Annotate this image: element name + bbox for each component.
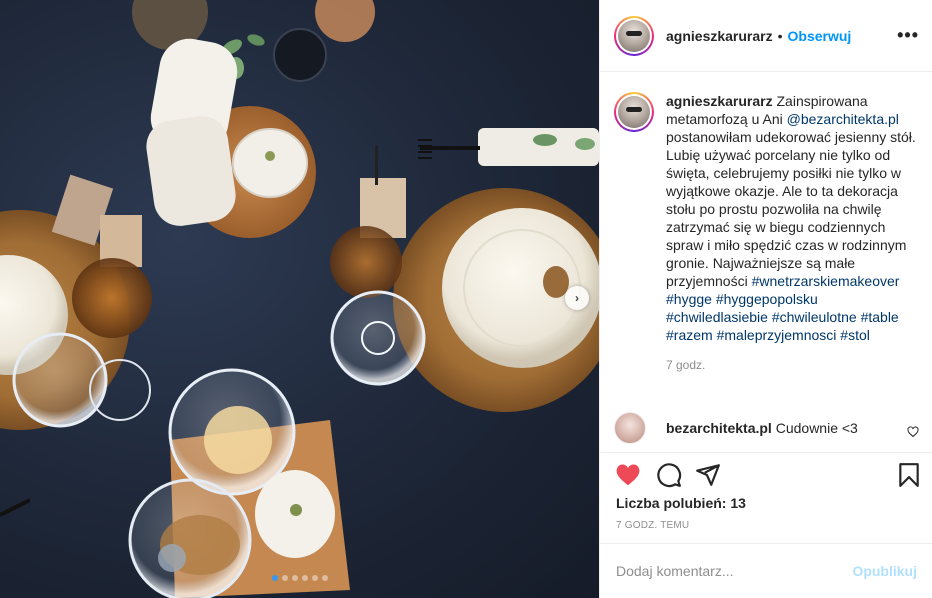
caption-username[interactable]: agnieszkarurarz: [666, 93, 773, 109]
carousel-dot: [312, 575, 318, 581]
post-photo[interactable]: ›: [0, 0, 599, 598]
publish-button[interactable]: Opublikuj: [852, 563, 917, 579]
amber-glass-right: [330, 226, 402, 298]
commenter-avatar[interactable]: [614, 412, 646, 444]
author-avatar[interactable]: [614, 15, 654, 56]
top-candle-jar: [315, 0, 375, 42]
carousel-dot: [272, 575, 278, 581]
wine-glass-right: [330, 290, 426, 386]
post-actions: [600, 452, 932, 492]
hashtag-link[interactable]: #hygge: [666, 291, 712, 307]
carousel-dot: [322, 575, 328, 581]
dark-holder: [273, 28, 327, 82]
hashtag-link[interactable]: #wnetrzarskiemakeover: [752, 273, 900, 289]
post-sidebar: agnieszkarurarz • Obserwuj ••• agnieszka…: [599, 0, 932, 598]
hashtag-link[interactable]: #maleprzyjemnosci: [717, 327, 837, 343]
hashtag-link[interactable]: #table: [861, 309, 899, 325]
post-header: agnieszkarurarz • Obserwuj •••: [600, 0, 932, 72]
post-timestamp: 7 GODZ. TEMU: [616, 520, 690, 531]
table-setting-image: [0, 0, 599, 598]
next-photo-button[interactable]: ›: [565, 286, 589, 310]
carousel-dot: [302, 575, 308, 581]
hashtag-link[interactable]: #chwileulotne: [772, 309, 857, 325]
comment-like-heart-icon[interactable]: [907, 426, 919, 438]
author-username[interactable]: agnieszkarurarz: [666, 28, 773, 44]
more-horizontal-icon[interactable]: •••: [897, 26, 919, 44]
hashtag-link[interactable]: #stol: [840, 327, 870, 343]
post-caption: agnieszkarurarz Zainspirowana metamorfoz…: [614, 92, 919, 374]
comment-input[interactable]: [616, 563, 853, 579]
carousel-dot: [292, 575, 298, 581]
comments-area[interactable]: agnieszkarurarz Zainspirowana metamorfoz…: [600, 72, 932, 452]
share-icon[interactable]: [694, 462, 722, 488]
follow-button[interactable]: Obserwuj: [788, 28, 852, 44]
hashtag-link[interactable]: #hyggepopolsku: [716, 291, 818, 307]
caption-avatar[interactable]: [614, 92, 654, 132]
caption-mention-link[interactable]: @bezarchitekta.pl: [787, 111, 899, 127]
bookmark-icon[interactable]: [895, 462, 923, 488]
comment-form: Opublikuj: [600, 543, 932, 598]
caption-time: 7 godz.: [666, 358, 706, 372]
heart-filled-icon[interactable]: [614, 462, 642, 488]
hashtag-link[interactable]: #razem: [666, 327, 713, 343]
comment-item: bezarchitekta.pl Cudownie <3: [614, 412, 919, 444]
separator-dot: •: [777, 27, 783, 44]
amber-glass-left: [72, 258, 152, 338]
carousel-indicator: [272, 575, 328, 581]
carousel-dot: [282, 575, 288, 581]
caption-text-part-2: postanowiłam udekorować jesienny stół. L…: [666, 129, 916, 289]
comment-icon[interactable]: [655, 462, 683, 488]
hashtag-link[interactable]: #chwiledlasiebie: [666, 309, 768, 325]
comment-text: Cudownie <3: [775, 420, 858, 436]
pillar-candle-2: [146, 116, 236, 226]
commenter-username[interactable]: bezarchitekta.pl: [666, 420, 772, 436]
likes-count[interactable]: Liczba polubień: 13: [616, 495, 746, 511]
chevron-right-icon: ›: [575, 291, 579, 305]
